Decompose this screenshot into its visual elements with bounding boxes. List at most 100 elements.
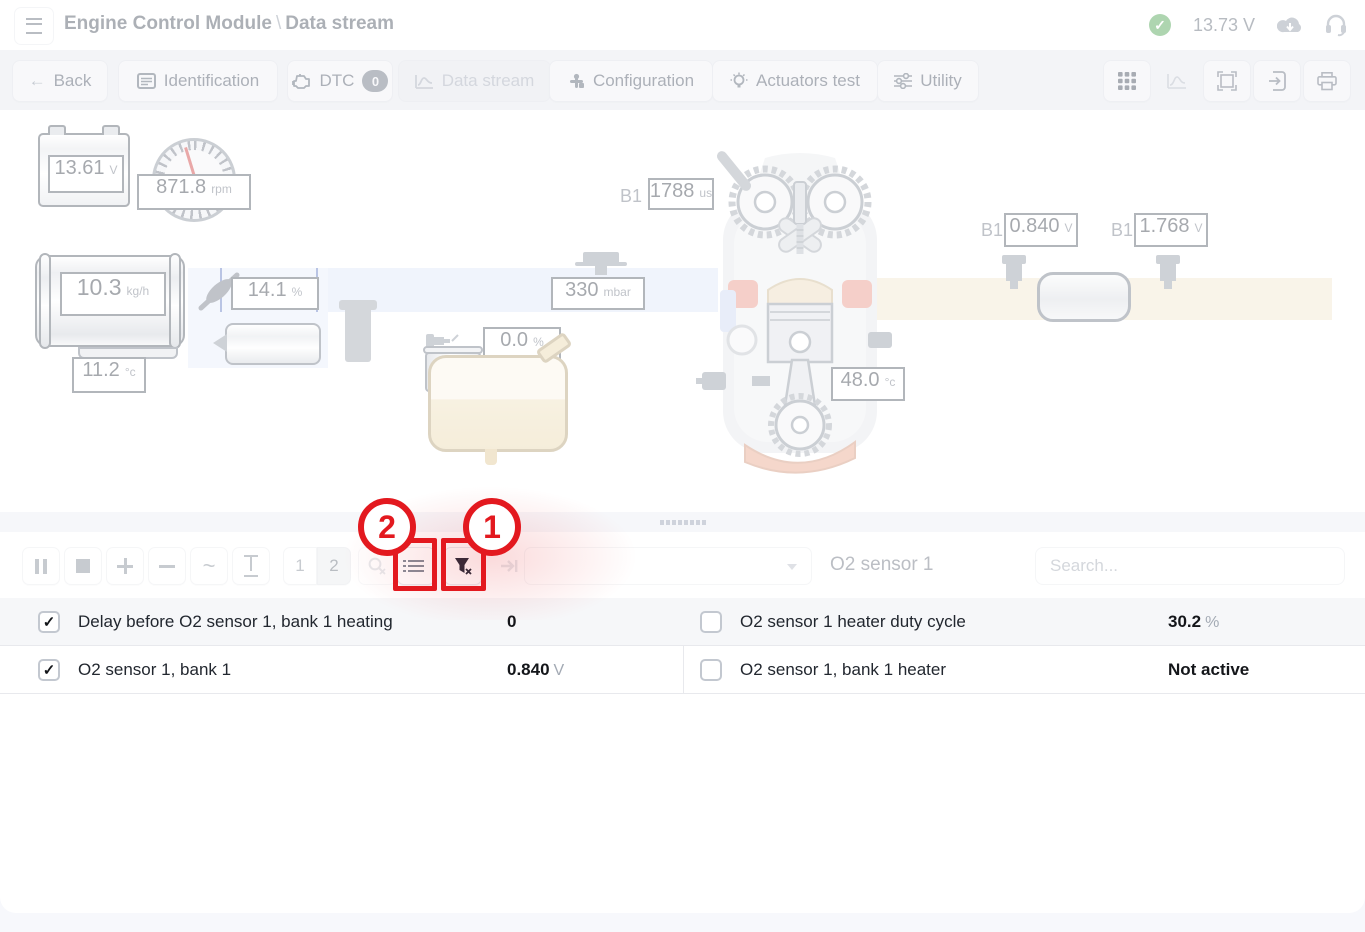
o2-sensor-2-icon <box>1156 255 1180 289</box>
parameter-value: 0 <box>507 612 520 632</box>
wave-view-button[interactable]: ~ <box>190 547 228 585</box>
o2-sensor-1-icon <box>1002 255 1026 289</box>
purge-value: 0.0 <box>500 329 529 351</box>
add-parameter-button[interactable] <box>106 547 144 585</box>
intake-temp-unit: °c <box>124 365 136 379</box>
skip-arrow-icon <box>501 560 518 572</box>
checkbox-checked[interactable]: ✓ <box>38 659 60 681</box>
maf-unit: kg/h <box>126 284 150 298</box>
injection-value: 1788 <box>649 180 695 202</box>
columns-2-button[interactable]: 2 <box>317 547 351 585</box>
battery-voltage: 13.73 V <box>1192 14 1255 35</box>
drag-handle-icon <box>660 520 708 525</box>
chevron-down-icon <box>787 564 797 570</box>
header: Engine Control Module \ Data stream ✓ 13.7… <box>0 0 1365 50</box>
annotation-circle-2: 2 <box>358 498 416 556</box>
cloud-download-icon[interactable] <box>1277 15 1303 35</box>
engine-diagram: 13.61 V 871.8 rpm 10.3 kg/h 11.2 °c 14.1… <box>0 110 1365 512</box>
app-window: Engine Control Module \ Data stream ✓ 13.7… <box>0 0 1365 913</box>
intake-temp-box: 11.2 °c <box>72 357 146 393</box>
search-input[interactable] <box>1035 547 1345 585</box>
throttle-box: 14.1 % <box>231 277 319 310</box>
checkbox-unchecked[interactable] <box>700 659 722 681</box>
map-sensor-icon <box>575 252 627 275</box>
o2-sensor-1-box: 0.840 V <box>1004 213 1078 247</box>
intake-temp-value: 11.2 <box>82 359 120 381</box>
map-unit: mbar <box>603 285 631 299</box>
parameter-name: Delay before O2 sensor 1, bank 1 heating <box>78 612 393 631</box>
annotation-number-1: 1 <box>483 508 501 545</box>
plus-icon <box>117 558 133 574</box>
throttle-unit: % <box>291 285 303 299</box>
parameter-unit <box>516 614 520 631</box>
rpm-value: 871.8 <box>156 176 207 198</box>
hamburger-icon <box>26 18 42 34</box>
o2-sensor-1-value: 0.840 <box>1009 215 1060 237</box>
coolant-temp-box: 48.0 °c <box>831 367 905 401</box>
module-title: Engine Control Module <box>64 13 272 34</box>
coolant-value: 48.0 <box>840 369 880 391</box>
data-stream-toolbar: ~ 1 2 O2 sensor 1 Search... <box>0 532 1365 598</box>
splitter-bar[interactable] <box>0 512 1365 532</box>
text-height-icon <box>244 555 258 577</box>
wave-icon: ~ <box>202 553 216 578</box>
pause-icon <box>35 558 47 574</box>
headset-icon[interactable] <box>1325 13 1347 37</box>
remove-parameter-button[interactable] <box>148 547 186 585</box>
parameter-name: O2 sensor 1 heater duty cycle <box>740 612 966 631</box>
columns-1-button[interactable]: 1 <box>283 547 317 585</box>
parameter-name: O2 sensor 1, bank 1 heater <box>740 660 947 679</box>
map-box: 330 mbar <box>551 277 645 310</box>
rpm-unit: rpm <box>211 182 232 196</box>
parameter-unit: % <box>1205 614 1220 631</box>
coolant-unit: °c <box>884 375 896 389</box>
parameter-name: O2 sensor 1, bank 1 <box>78 660 232 679</box>
o2-sensor-2-unit: V <box>1194 221 1203 235</box>
rpm-box: 871.8 rpm <box>137 174 251 210</box>
row-height-button[interactable] <box>232 547 270 585</box>
maf-box: 10.3 kg/h <box>60 272 166 316</box>
parameter-unit <box>1249 662 1253 679</box>
annotation-circle-1: 1 <box>463 498 521 556</box>
breadcrumb-separator: \ <box>275 13 282 34</box>
table-row[interactable]: ✓ O2 sensor 1, bank 1 0.840 V O2 sensor 1… <box>0 646 1365 694</box>
catalytic-converter-illustration <box>1037 272 1131 322</box>
parameters-table: ✓ Delay before O2 sensor 1, bank 1 heati… <box>0 598 1365 694</box>
tab-strip <box>0 50 1365 110</box>
pause-button[interactable] <box>22 547 60 585</box>
maf-value: 10.3 <box>76 274 122 300</box>
page-title: Data stream <box>285 13 394 34</box>
breadcrumb: Engine Control Module \ Data stream <box>64 13 394 35</box>
group-dropdown[interactable] <box>524 547 812 585</box>
evap-canister-illustration <box>213 323 321 365</box>
parameter-value: 0.840 V <box>507 660 565 679</box>
expansion-tank-illustration <box>428 331 573 465</box>
map-value: 330 <box>565 279 599 301</box>
throttle-value: 14.1 <box>247 279 287 301</box>
o2-sensor-2-value: 1.768 <box>1139 215 1190 237</box>
battery-value: 13.61 <box>54 157 105 179</box>
stop-button[interactable] <box>64 547 102 585</box>
checkbox-unchecked[interactable] <box>700 611 722 633</box>
screen: Engine Control Module \ Data stream ✓ 13.7… <box>0 0 1365 932</box>
table-row[interactable]: ✓ Delay before O2 sensor 1, bank 1 heati… <box>0 598 1365 646</box>
columns-2-label: 2 <box>329 556 339 575</box>
parameter-value: Not active <box>1168 660 1253 680</box>
stop-icon <box>76 559 90 573</box>
minus-icon <box>159 564 175 568</box>
o2-sensor-2-box: 1.768 V <box>1134 213 1208 247</box>
intake-pipe <box>339 300 377 362</box>
checkbox-checked[interactable]: ✓ <box>38 611 60 633</box>
engine-illustration <box>696 151 892 474</box>
menu-button[interactable] <box>14 7 54 45</box>
battery-unit: V <box>109 163 118 177</box>
battery-voltage-box: 13.61 V <box>48 155 124 193</box>
parameter-value: 30.2% <box>1168 612 1220 631</box>
connection-status-icon: ✓ <box>1148 14 1171 36</box>
group-label: O2 sensor 1 <box>830 554 934 575</box>
magnifier-x-icon <box>368 557 386 575</box>
o2-sensor-1-unit: V <box>1064 221 1073 235</box>
annotation-number-2: 2 <box>378 508 396 545</box>
injection-bank-label: B1 <box>620 186 643 206</box>
o2-sensor-1-bank: B1 <box>981 220 1004 240</box>
